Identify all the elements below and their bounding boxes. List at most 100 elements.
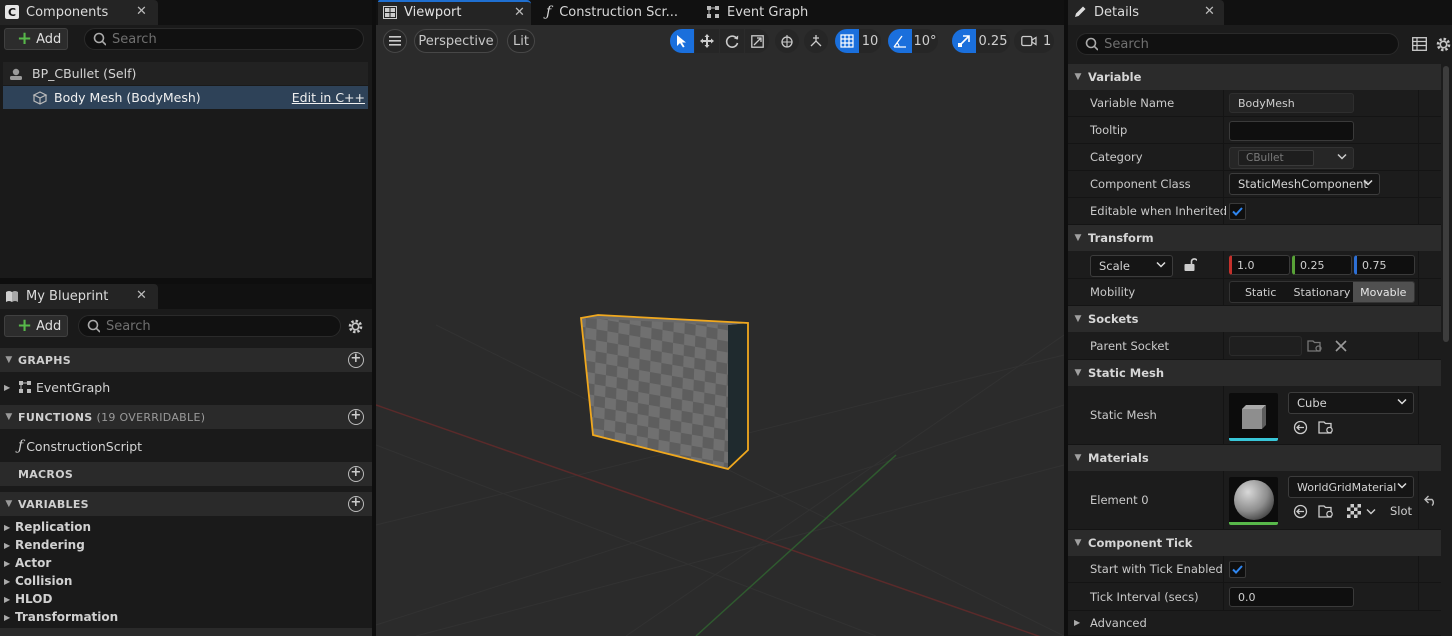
close-icon[interactable]: ✕ — [514, 5, 525, 20]
search-input[interactable] — [112, 31, 363, 47]
scale-z-field[interactable]: 0.75 — [1354, 255, 1415, 275]
edit-in-cpp-link[interactable]: Edit in C++ — [292, 90, 365, 105]
settings-gear-icon[interactable] — [1435, 36, 1452, 53]
components-tab[interactable]: C Components ✕ — [0, 0, 158, 25]
add-function-icon[interactable]: + — [348, 409, 364, 425]
viewport-menu-button[interactable] — [383, 29, 407, 53]
reset-to-default-icon[interactable] — [1424, 495, 1437, 506]
scale-mode-value: Scale — [1099, 259, 1130, 273]
material-thumbnail[interactable] — [1229, 477, 1278, 525]
close-icon[interactable]: ✕ — [1204, 4, 1215, 19]
clear-x-icon[interactable] — [1335, 340, 1347, 352]
tree-item-self[interactable]: BP_CBullet (Self) — [3, 62, 368, 85]
scale-button[interactable] — [745, 29, 769, 53]
checker-material-icon[interactable] — [1347, 504, 1361, 518]
blueprint-search[interactable] — [78, 315, 341, 337]
close-icon[interactable]: ✕ — [136, 288, 147, 303]
add-component-button[interactable]: + Add — [4, 28, 68, 50]
use-selected-asset-icon[interactable] — [1293, 420, 1308, 435]
my-blueprint-title: My Blueprint — [26, 289, 109, 304]
scale-y-field[interactable]: 0.25 — [1292, 255, 1352, 275]
tooltip-field[interactable] — [1229, 121, 1354, 141]
graphs-section-header[interactable]: ▼ GRAPHS + — [0, 348, 372, 372]
scale-snap-toggle[interactable] — [952, 29, 976, 53]
scale-snap-value[interactable]: 0.25 — [976, 29, 1010, 53]
panel-divider[interactable] — [1064, 0, 1068, 636]
scale-mode-dropdown[interactable]: Scale — [1090, 255, 1173, 277]
chevron-down-icon[interactable] — [1366, 508, 1376, 516]
variables-section-header[interactable]: ▼ VARIABLES + — [0, 492, 372, 516]
material-dropdown[interactable]: WorldGridMaterial — [1288, 476, 1414, 498]
browse-folder-icon[interactable] — [1318, 504, 1335, 519]
lit-button[interactable]: Lit — [507, 29, 535, 53]
viewport-scene[interactable] — [376, 25, 1064, 636]
world-local-button[interactable] — [775, 29, 799, 53]
table-view-icon[interactable] — [1412, 37, 1427, 51]
panel-divider[interactable] — [0, 278, 372, 284]
variable-category-header[interactable]: ▼ Variable — [1068, 64, 1441, 90]
variable-name-field[interactable]: BodyMesh — [1229, 93, 1354, 113]
scale-x-field[interactable]: 1.0 — [1229, 255, 1290, 275]
variable-category-collision[interactable]: ▶ Collision — [4, 572, 72, 590]
tree-item-bodymesh[interactable]: Body Mesh (BodyMesh) Edit in C++ — [3, 86, 368, 109]
select-mode-button[interactable] — [670, 29, 694, 53]
translate-button[interactable] — [695, 29, 719, 53]
variable-category-replication[interactable]: ▶ Replication — [4, 518, 91, 536]
details-tab[interactable]: Details ✕ — [1068, 0, 1224, 25]
checkmark-icon — [1232, 207, 1243, 216]
mobility-stationary-option[interactable]: Stationary — [1291, 282, 1352, 302]
static-mesh-thumbnail[interactable] — [1229, 393, 1278, 441]
scrollbar-thumb[interactable] — [1443, 66, 1449, 342]
tab-construction-script[interactable]: ƒ Construction Scr... — [546, 0, 678, 24]
close-icon[interactable]: ✕ — [136, 4, 147, 19]
browse-folder-icon[interactable] — [1318, 420, 1335, 435]
variable-category-hlod[interactable]: ▶ HLOD — [4, 590, 52, 608]
rotation-snap-value[interactable]: 10° — [912, 29, 938, 53]
editable-inherited-checkbox[interactable] — [1229, 203, 1246, 220]
tick-interval-field[interactable]: 0.0 — [1229, 587, 1354, 607]
advanced-row[interactable]: ▶ Advanced — [1068, 611, 1441, 636]
tab-event-graph[interactable]: Event Graph — [706, 0, 808, 24]
surface-snap-button[interactable] — [804, 29, 828, 53]
variable-category-transformation[interactable]: ▶ Transformation — [4, 608, 118, 626]
component-tick-category-header[interactable]: ▼ Component Tick — [1068, 530, 1441, 556]
add-graph-icon[interactable]: + — [348, 352, 364, 368]
settings-gear-icon[interactable] — [347, 318, 364, 335]
search-input[interactable] — [1104, 36, 1398, 52]
details-search[interactable] — [1076, 33, 1399, 55]
mobility-segmented-control[interactable]: Static Stationary Movable — [1229, 281, 1415, 303]
use-selected-asset-icon[interactable] — [1293, 504, 1308, 519]
my-blueprint-tab[interactable]: My Blueprint ✕ — [0, 284, 158, 309]
graph-item-eventgraph[interactable]: ▶ EventGraph — [4, 378, 110, 396]
grid-snap-toggle[interactable] — [835, 29, 859, 53]
add-blueprint-item-button[interactable]: + Add — [4, 315, 68, 337]
functions-section-header[interactable]: ▼ FUNCTIONS (19 OVERRIDABLE) + — [0, 405, 372, 429]
materials-category-header[interactable]: ▼ Materials — [1068, 445, 1441, 471]
rotation-snap-toggle[interactable] — [888, 29, 912, 53]
browse-folder-icon[interactable] — [1307, 339, 1324, 353]
static-mesh-dropdown[interactable]: Cube — [1288, 392, 1414, 414]
sockets-category-header[interactable]: ▼ Sockets — [1068, 306, 1441, 332]
search-input[interactable] — [105, 318, 340, 334]
category-dropdown[interactable]: CBullet — [1229, 147, 1354, 169]
tab-viewport[interactable]: Viewport ✕ — [378, 0, 531, 25]
mobility-static-option[interactable]: Static — [1230, 282, 1291, 302]
transform-category-header[interactable]: ▼ Transform — [1068, 225, 1441, 251]
mobility-movable-option[interactable]: Movable — [1352, 282, 1414, 302]
function-item-constructionscript[interactable]: ƒ ConstructionScript — [18, 437, 142, 455]
start-tick-checkbox[interactable] — [1229, 561, 1246, 578]
static-mesh-category-header[interactable]: ▼ Static Mesh — [1068, 360, 1441, 386]
rotate-button[interactable] — [720, 29, 744, 53]
variable-category-rendering[interactable]: ▶ Rendering — [4, 536, 85, 554]
parent-socket-field[interactable] — [1229, 336, 1302, 356]
perspective-button[interactable]: Perspective — [414, 29, 498, 53]
unlock-icon[interactable] — [1183, 257, 1197, 272]
variable-category-actor[interactable]: ▶ Actor — [4, 554, 51, 572]
panel-divider[interactable] — [372, 0, 376, 636]
camera-speed-button[interactable]: 1 — [1014, 29, 1054, 53]
component-class-dropdown[interactable]: StaticMeshComponent — [1229, 173, 1380, 195]
add-macro-icon[interactable]: + — [348, 466, 364, 482]
add-variable-icon[interactable]: + — [348, 496, 364, 512]
components-search[interactable] — [84, 28, 364, 50]
macros-section-header[interactable]: MACROS + — [0, 462, 372, 486]
